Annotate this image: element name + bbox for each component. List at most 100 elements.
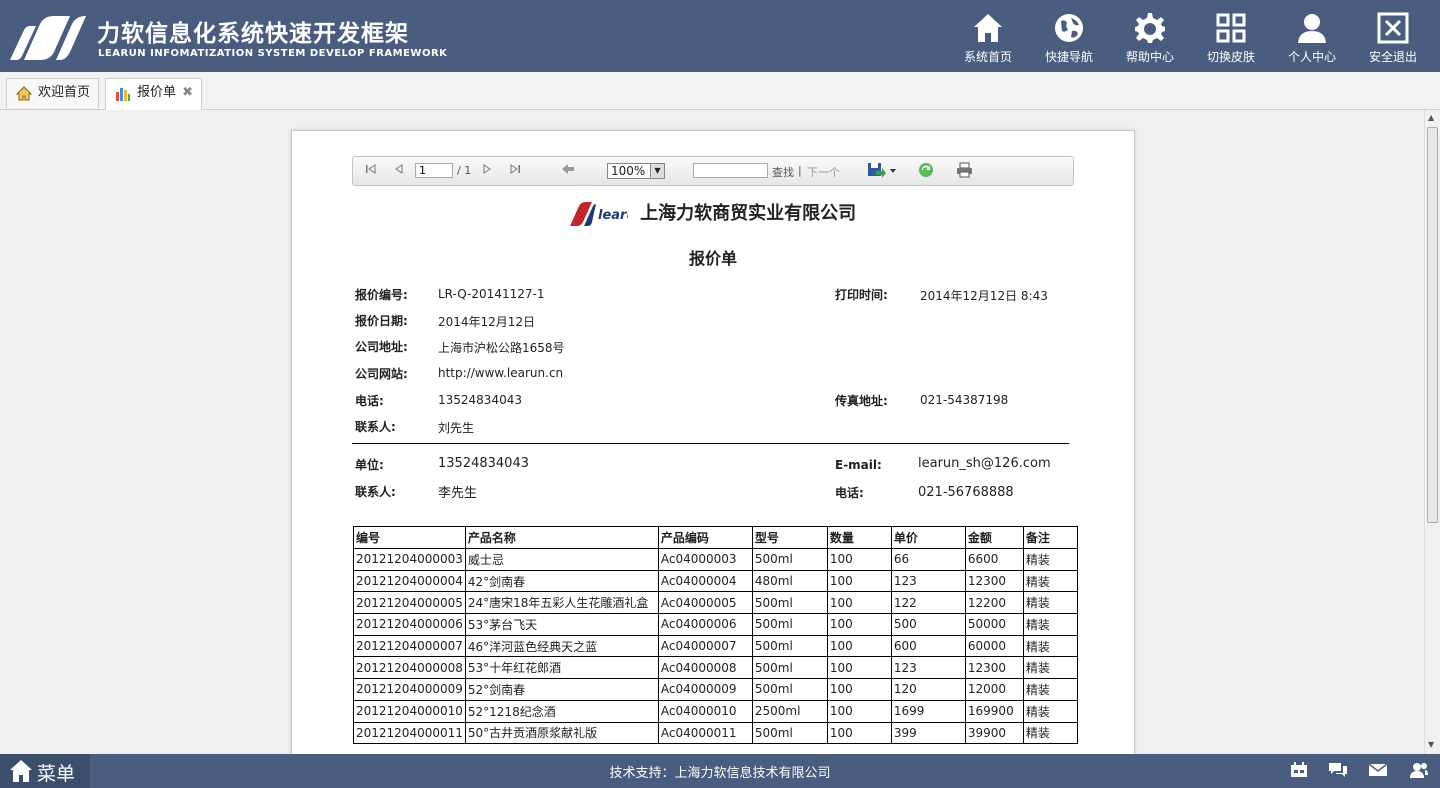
zoom-select[interactable]: 100% ▼	[607, 163, 665, 179]
nav-label: 个人中心	[1287, 50, 1336, 64]
table-cell: 精装	[1022, 656, 1078, 680]
nav-quick-navigation[interactable]: 快捷导航	[1033, 0, 1105, 72]
print-time-label: 打印时间:	[835, 288, 888, 302]
table-cell: 42°剑南春	[464, 569, 659, 593]
address-label: 公司地址:	[355, 340, 408, 354]
print-time-value: 2014年12月12日 8:43	[920, 289, 1048, 303]
table-cell: 精装	[1022, 678, 1078, 701]
quote-date-label: 报价日期:	[355, 314, 408, 328]
table-cell: 66	[890, 548, 966, 571]
company-name: 上海力软商贸实业有限公司	[640, 203, 857, 224]
table-cell: 24°唐宋18年五彩人生花雕酒礼盒	[464, 591, 659, 615]
table-cell: 500ml	[751, 591, 828, 615]
table-cell: Ac04000003	[657, 548, 753, 571]
customer-unit-value: 13524834043	[438, 456, 529, 471]
close-box-icon	[1377, 12, 1409, 44]
table-cell: 精装	[1022, 613, 1078, 636]
tab-label: 欢迎首页	[38, 85, 91, 100]
table-cell: 精装	[1022, 721, 1078, 745]
table-row: 20121204000006 53°茅台飞天 Ac04000006 500ml 100 5…	[353, 613, 1078, 636]
export-save-icon[interactable]	[867, 162, 897, 178]
table-cell: 20121204000006	[353, 613, 466, 636]
app-header: 力软信息化系统快速开发框架 LEARUN INFOMATIZATION SYST…	[0, 0, 1440, 72]
scroll-up-icon[interactable]: ▲	[1428, 113, 1434, 122]
column-header: 型号	[751, 526, 828, 549]
table-cell: 100	[826, 569, 892, 593]
page-number-input[interactable]	[415, 163, 453, 178]
tab-quotation[interactable]: 报价单 ✖	[105, 78, 202, 110]
table-cell: 2500ml	[751, 699, 828, 723]
table-cell: 20121204000005	[353, 591, 466, 615]
table-cell: 169900	[964, 699, 1024, 723]
find-text-input[interactable]	[693, 163, 768, 178]
nav-personal-center[interactable]: 个人中心	[1276, 0, 1348, 72]
print-icon[interactable]	[956, 162, 973, 178]
website-value: http://www.learun.cn	[438, 366, 564, 380]
table-cell: 12200	[964, 591, 1024, 615]
nav-label: 帮助中心	[1125, 50, 1174, 64]
nav-logout[interactable]: 安全退出	[1357, 0, 1429, 72]
gear-icon	[1135, 13, 1165, 43]
quote-no-label: 报价编号:	[355, 288, 408, 302]
table-row: 20121204000011 50°古井贡酒原浆献礼版 Ac04000011 500m…	[353, 721, 1078, 745]
nav-label: 快捷导航	[1044, 50, 1093, 64]
first-page-icon[interactable]	[365, 163, 377, 175]
tab-label: 报价单	[137, 85, 177, 100]
last-page-icon[interactable]	[509, 163, 521, 175]
email-label: E-mail:	[835, 458, 882, 472]
table-cell: 12000	[964, 678, 1024, 701]
table-cell: Ac04000011	[657, 721, 753, 745]
table-cell: 12300	[964, 656, 1024, 680]
calendar-icon[interactable]	[1290, 762, 1308, 778]
next-page-icon[interactable]	[481, 163, 493, 175]
table-cell: 123	[890, 656, 966, 680]
vertical-scrollbar[interactable]: ▲ ▼	[1424, 110, 1440, 754]
table-cell: 精装	[1022, 699, 1078, 723]
table-body: 20121204000003 威士忌 Ac04000003 500ml 100 66 660…	[353, 548, 1078, 745]
users-icon[interactable]	[1409, 762, 1429, 778]
customer-unit-label: 单位:	[355, 458, 384, 472]
tab-close-icon[interactable]: ✖	[182, 79, 193, 107]
table-cell: Ac04000009	[657, 678, 753, 701]
table-cell: 100	[826, 548, 892, 571]
back-icon[interactable]	[561, 163, 575, 175]
table-row: 20121204000003 威士忌 Ac04000003 500ml 100 66 660…	[353, 548, 1078, 571]
table-cell: 100	[826, 591, 892, 615]
customer-contact-value: 李先生	[438, 486, 478, 501]
table-cell: 20121204000004	[353, 569, 466, 593]
chevron-down-icon: ▼	[650, 164, 664, 178]
scroll-down-icon[interactable]: ▼	[1428, 740, 1434, 749]
column-header: 产品名称	[464, 526, 659, 549]
find-next-link[interactable]: 下一个	[807, 164, 840, 180]
prev-page-icon[interactable]	[393, 163, 405, 175]
nav-system-home[interactable]: 系统首页	[952, 0, 1024, 72]
tab-welcome[interactable]: 欢迎首页	[6, 78, 99, 108]
app-title: 力软信息化系统快速开发框架	[97, 21, 409, 47]
table-cell: Ac04000004	[657, 569, 753, 593]
find-link[interactable]: 查找	[772, 164, 794, 180]
table-cell: 精装	[1022, 548, 1078, 571]
column-header: 金额	[964, 526, 1024, 549]
nav-help-center[interactable]: 帮助中心	[1114, 0, 1186, 72]
table-cell: 100	[826, 656, 892, 680]
column-header: 产品编码	[657, 526, 753, 549]
company-header: learun 上海力软商贸实业有限公司	[292, 199, 1134, 226]
globe-icon	[1055, 14, 1083, 42]
chat-icon[interactable]	[1328, 762, 1348, 778]
quotation-items-table: 编号 产品名称 产品编码 型号 数量 单价 金额 备注 20121204000003 威士忌 Ac…	[353, 526, 1078, 745]
refresh-icon[interactable]	[918, 162, 934, 178]
home-icon	[974, 14, 1002, 42]
customer-contact-label: 联系人:	[355, 485, 396, 499]
column-header: 单价	[890, 526, 966, 549]
section-divider	[352, 443, 1069, 444]
support-text: 技术支持：上海力软信息技术有限公司	[609, 766, 831, 781]
mail-icon[interactable]	[1368, 762, 1388, 778]
table-row: 20121204000007 46°洋河蓝色经典天之蓝 Ac04000007 500m…	[353, 634, 1078, 658]
table-row: 20121204000004 42°剑南春 Ac04000004 480ml 100 12…	[353, 569, 1078, 593]
user-icon	[1298, 14, 1326, 43]
table-header: 编号 产品名称 产品编码 型号 数量 单价 金额 备注	[353, 526, 1078, 549]
page-total: / 1	[457, 164, 472, 177]
nav-switch-skin[interactable]: 切换皮肤	[1195, 0, 1267, 72]
document-title: 报价单	[688, 249, 737, 268]
scrollbar-thumb[interactable]	[1427, 127, 1438, 523]
